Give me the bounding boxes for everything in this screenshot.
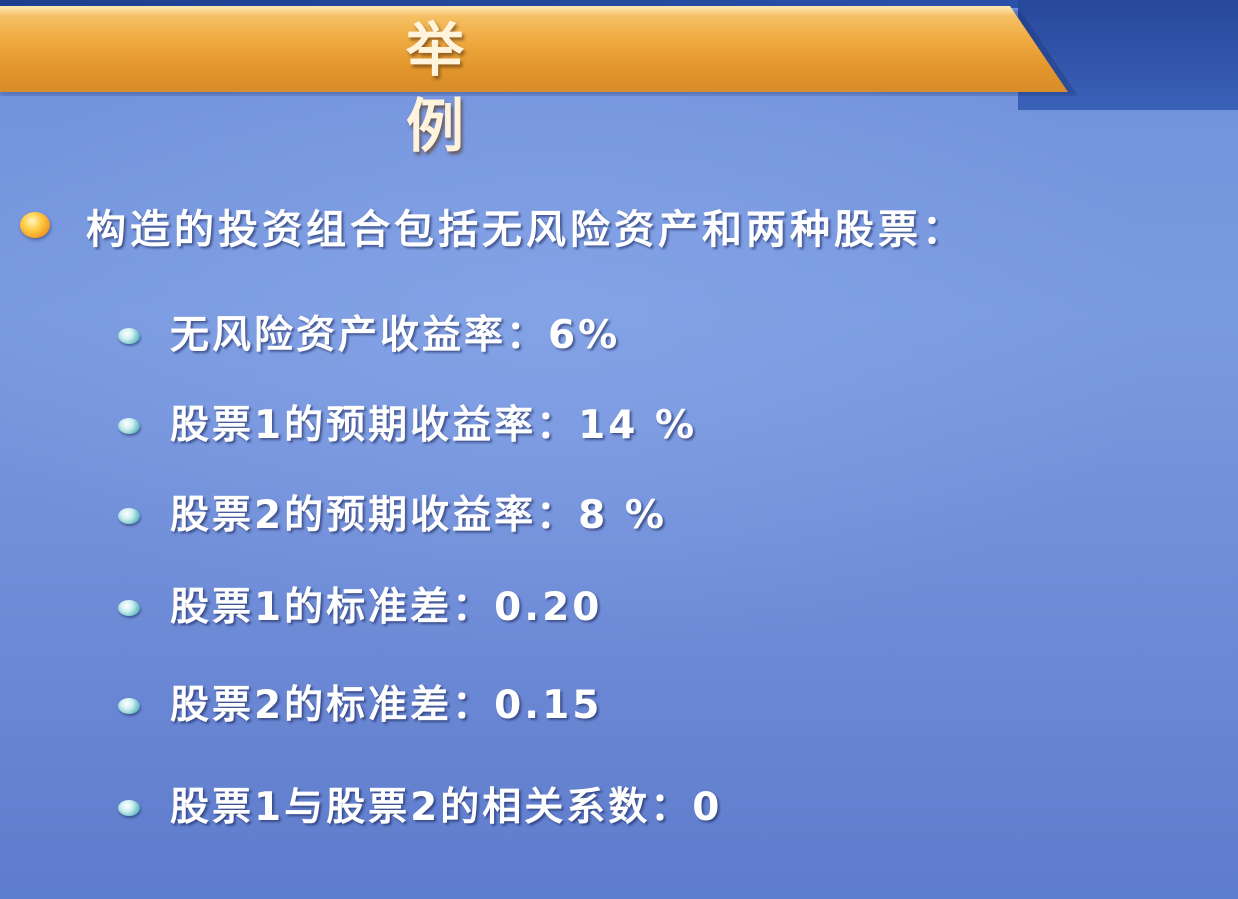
teal-bullet-icon (118, 508, 140, 524)
sub-bullet-stock2-expected-return: 股票2的预期收益率：8 % (118, 486, 1018, 546)
sub-bullet-text: 股票2的预期收益率：8 % (170, 493, 667, 538)
orange-bullet-icon (20, 212, 50, 238)
main-bullet-text: 构造的投资组合包括无风险资产和两种股票： (86, 207, 966, 253)
sub-bullet-text: 股票1的标准差：0.20 (170, 585, 603, 630)
teal-bullet-icon (118, 328, 140, 344)
main-bullet: 构造的投资组合包括无风险资产和两种股票： (20, 200, 1220, 260)
sub-bullet-stock2-std-dev: 股票2的标准差：0.15 (118, 676, 1018, 736)
teal-bullet-icon (118, 600, 140, 616)
sub-bullet-stock1-std-dev: 股票1的标准差：0.20 (118, 578, 1018, 638)
sub-bullet-correlation: 股票1与股票2的相关系数：0 (118, 778, 1018, 838)
sub-bullet-text: 无风险资产收益率：6% (170, 313, 621, 358)
sub-bullet-stock1-expected-return: 股票1的预期收益率：14 % (118, 396, 1018, 456)
sub-bullet-text: 股票1与股票2的相关系数：0 (170, 785, 723, 830)
sub-bullet-risk-free-return: 无风险资产收益率：6% (118, 306, 1018, 366)
sub-bullet-text: 股票1的预期收益率：14 % (170, 403, 698, 448)
teal-bullet-icon (118, 418, 140, 434)
teal-bullet-icon (118, 698, 140, 714)
sub-bullet-text: 股票2的标准差：0.15 (170, 683, 603, 728)
teal-bullet-icon (118, 800, 140, 816)
slide-title: 举 例 (405, 16, 534, 160)
